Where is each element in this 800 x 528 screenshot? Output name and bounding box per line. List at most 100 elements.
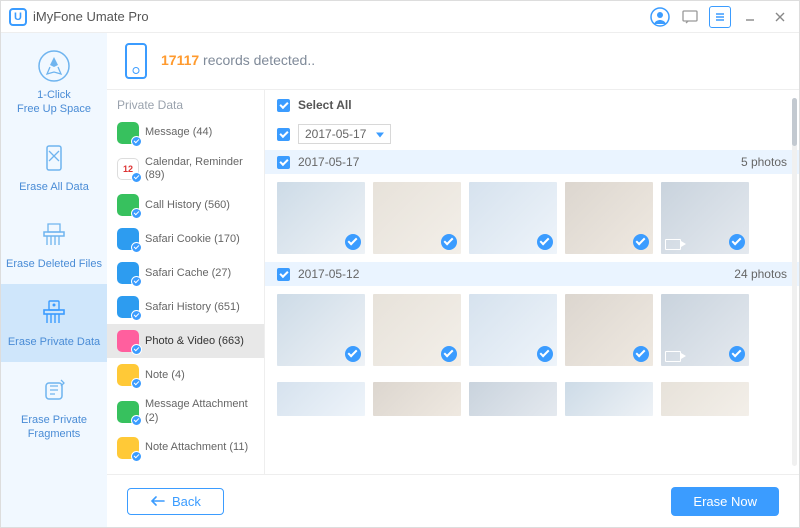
- photo-thumbnail[interactable]: [373, 382, 461, 416]
- thumb-checkbox[interactable]: [345, 346, 361, 362]
- thumb-checkbox[interactable]: [633, 346, 649, 362]
- select-all-checkbox[interactable]: [277, 99, 290, 112]
- thumb-checkbox[interactable]: [441, 346, 457, 362]
- category-item[interactable]: Photo & Video (663): [107, 324, 264, 358]
- category-label: Note (4): [145, 369, 185, 382]
- category-item[interactable]: Safari Cookie (170): [107, 222, 264, 256]
- nav-erase-fragments[interactable]: Erase Private Fragments: [1, 362, 107, 454]
- category-item[interactable]: Message Attachment (2): [107, 392, 264, 430]
- category-label: Safari Cookie (170): [145, 233, 240, 246]
- erase-now-button[interactable]: Erase Now: [671, 487, 779, 516]
- thumb-checkbox[interactable]: [537, 234, 553, 250]
- nav-label: 1-Click Free Up Space: [17, 89, 91, 117]
- date-filter-checkbox[interactable]: [277, 128, 290, 141]
- photo-thumbnail[interactable]: [565, 182, 653, 254]
- nav-erase-deleted[interactable]: Erase Deleted Files: [1, 206, 107, 284]
- category-label: Safari History (651): [145, 301, 240, 314]
- date-filter-row: 2017-05-17: [265, 120, 799, 150]
- photo-thumbnail[interactable]: [373, 294, 461, 366]
- minimize-button[interactable]: [739, 6, 761, 28]
- menu-icon[interactable]: [709, 6, 731, 28]
- category-label: Photo & Video (663): [145, 335, 244, 348]
- account-icon[interactable]: [649, 6, 671, 28]
- back-arrow-icon: [150, 496, 166, 506]
- group-checkbox[interactable]: [277, 268, 290, 281]
- category-icon: [117, 228, 139, 250]
- category-label: Calendar, Reminder (89): [145, 156, 254, 182]
- photo-thumbnail[interactable]: [469, 294, 557, 366]
- scrollbar-thumb[interactable]: [792, 98, 797, 146]
- detect-bar: 17117 records detected..: [107, 33, 799, 89]
- thumb-checkbox[interactable]: [633, 234, 649, 250]
- photo-thumbnail[interactable]: [277, 294, 365, 366]
- records-text: records detected..: [199, 52, 315, 68]
- thumb-checkbox[interactable]: [537, 346, 553, 362]
- category-label: Safari Cache (27): [145, 267, 231, 280]
- category-icon: [117, 401, 139, 423]
- photo-thumbnail[interactable]: [277, 382, 365, 416]
- shredder-icon: [37, 218, 71, 252]
- records-count: 17117: [161, 52, 199, 68]
- date-dropdown[interactable]: 2017-05-17: [298, 124, 391, 144]
- category-item[interactable]: Safari Cache (27): [107, 256, 264, 290]
- photo-thumbnail[interactable]: [661, 294, 749, 366]
- photo-thumbnail[interactable]: [565, 382, 653, 416]
- category-item[interactable]: 12 Calendar, Reminder (89): [107, 150, 264, 188]
- select-all-label: Select All: [298, 98, 352, 112]
- category-item[interactable]: Call History (560): [107, 188, 264, 222]
- scrollbar-track: [792, 98, 797, 466]
- nav-erase-private[interactable]: Erase Private Data: [1, 284, 107, 362]
- group-checkbox[interactable]: [277, 156, 290, 169]
- category-list: Message (44) 12 Calendar, Reminder (89) Cal…: [107, 116, 264, 474]
- thumb-checkbox[interactable]: [345, 234, 361, 250]
- broom-icon: [37, 49, 71, 83]
- category-item[interactable]: Note Attachment (11): [107, 431, 264, 465]
- thumb-row: [265, 174, 799, 262]
- nav-label: Erase All Data: [19, 181, 89, 195]
- category-icon: [117, 330, 139, 352]
- footer: Back Erase Now: [107, 475, 799, 527]
- feedback-icon[interactable]: [679, 6, 701, 28]
- group-date: 2017-05-12: [298, 267, 359, 281]
- photo-thumbnail[interactable]: [661, 382, 749, 416]
- category-label: Call History (560): [145, 199, 230, 212]
- category-panel: Private Data Message (44)12Calendar, Rem…: [107, 90, 265, 474]
- thumb-checkbox[interactable]: [441, 234, 457, 250]
- photo-thumbnail[interactable]: [661, 182, 749, 254]
- main-panel: 17117 records detected.. Private Data Me…: [107, 33, 799, 527]
- category-item[interactable]: Message (44): [107, 116, 264, 150]
- video-icon: [665, 239, 681, 250]
- video-icon: [665, 351, 681, 362]
- category-icon: 12: [117, 158, 139, 180]
- category-item[interactable]: Safari History (651): [107, 290, 264, 324]
- photo-thumbnail[interactable]: [277, 182, 365, 254]
- category-label: Message Attachment (2): [145, 398, 254, 424]
- group-count: 24 photos: [734, 267, 787, 281]
- close-button[interactable]: [769, 6, 791, 28]
- nav-label: Erase Private Fragments: [21, 414, 87, 442]
- titlebar: U iMyFone Umate Pro: [1, 1, 799, 33]
- app-title: iMyFone Umate Pro: [33, 9, 149, 24]
- thumb-checkbox[interactable]: [729, 234, 745, 250]
- nav-erase-all[interactable]: Erase All Data: [1, 129, 107, 207]
- photo-grid-scroll[interactable]: 2017-05-17 5 photos 2017-05-12 24 photos: [265, 150, 799, 474]
- category-icon: [117, 122, 139, 144]
- category-label: Message (44): [145, 126, 212, 139]
- group-date: 2017-05-17: [298, 155, 359, 169]
- back-button[interactable]: Back: [127, 488, 224, 515]
- photo-thumbnail[interactable]: [469, 382, 557, 416]
- photo-thumbnail[interactable]: [469, 182, 557, 254]
- app-window: U iMyFone Umate Pro: [0, 0, 800, 528]
- photo-thumbnail[interactable]: [373, 182, 461, 254]
- nav-free-up-space[interactable]: 1-Click Free Up Space: [1, 37, 107, 129]
- group-header: 2017-05-17 5 photos: [265, 150, 799, 174]
- group-count: 5 photos: [741, 155, 787, 169]
- category-icon: [117, 296, 139, 318]
- category-label: Note Attachment (11): [145, 441, 248, 454]
- thumb-checkbox[interactable]: [729, 346, 745, 362]
- category-item[interactable]: Note (4): [107, 358, 264, 392]
- photo-thumbnail[interactable]: [565, 294, 653, 366]
- group-header: 2017-05-12 24 photos: [265, 262, 799, 286]
- back-label: Back: [172, 494, 201, 509]
- thumb-row: [265, 374, 799, 424]
